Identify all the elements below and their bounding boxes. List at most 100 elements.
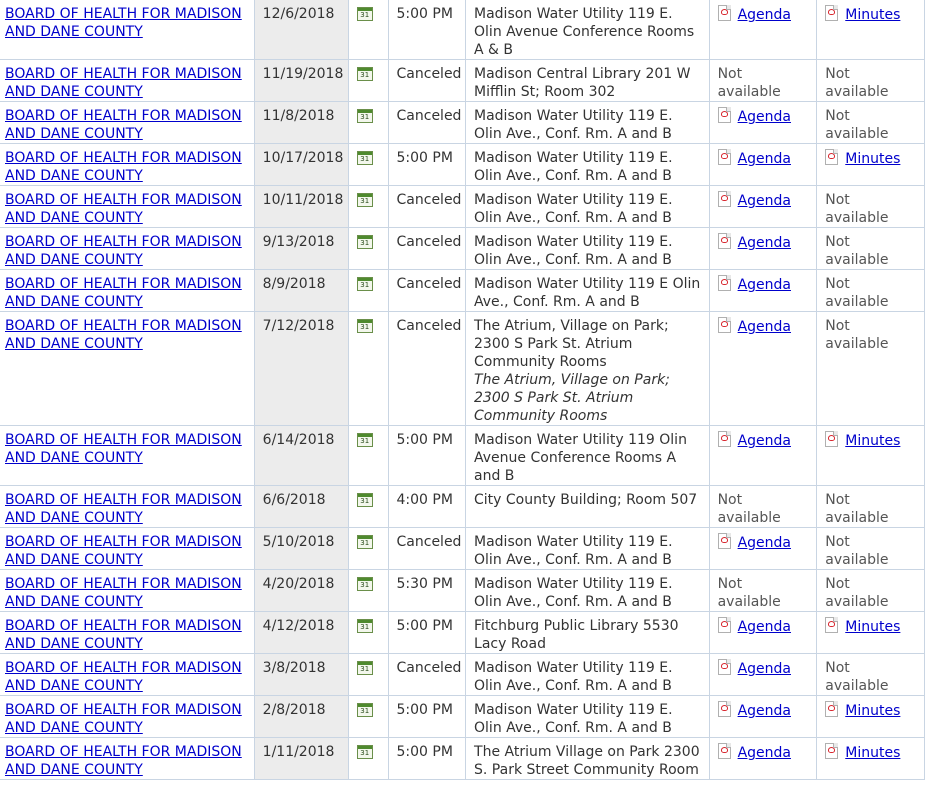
meeting-date: 9/13/2018 <box>254 227 350 270</box>
meeting-time: Canceled <box>388 527 467 570</box>
pdf-icon[interactable] <box>717 275 731 291</box>
calendar-icon[interactable]: 31 <box>357 745 374 759</box>
calendar-icon[interactable]: 31 <box>357 577 374 591</box>
calendar-icon[interactable]: 31 <box>357 535 374 549</box>
agenda-cell: Agenda <box>709 695 818 738</box>
calendar-icon[interactable]: 31 <box>357 7 374 21</box>
body-name-link[interactable]: BOARD OF HEALTH FOR MADISON AND DANE COU… <box>5 234 242 268</box>
pdf-icon[interactable] <box>825 431 839 447</box>
calendar-icon[interactable]: 31 <box>357 235 374 249</box>
body-name-link[interactable]: BOARD OF HEALTH FOR MADISON AND DANE COU… <box>5 534 242 568</box>
pdf-icon[interactable] <box>717 107 731 123</box>
pdf-icon[interactable] <box>825 743 839 759</box>
calendar-icon[interactable]: 31 <box>357 619 374 633</box>
body-name-link[interactable]: BOARD OF HEALTH FOR MADISON AND DANE COU… <box>5 576 242 610</box>
agenda-cell: Agenda <box>709 185 818 228</box>
calendar-icon[interactable]: 31 <box>357 151 374 165</box>
calendar-cell: 31 <box>348 485 389 528</box>
body-name-link[interactable]: BOARD OF HEALTH FOR MADISON AND DANE COU… <box>5 108 242 142</box>
meeting-date: 10/17/2018 <box>254 143 350 186</box>
minutes-link[interactable]: Minutes <box>845 745 900 761</box>
body-name-link[interactable]: BOARD OF HEALTH FOR MADISON AND DANE COU… <box>5 702 242 736</box>
calendar-icon[interactable]: 31 <box>357 319 374 333</box>
agenda-link[interactable]: Agenda <box>738 7 791 23</box>
calendar-icon[interactable]: 31 <box>357 703 374 717</box>
body-name-link[interactable]: BOARD OF HEALTH FOR MADISON AND DANE COU… <box>5 318 242 352</box>
pdf-icon[interactable] <box>717 617 731 633</box>
agenda-link[interactable]: Agenda <box>738 319 791 335</box>
minutes-link[interactable]: Minutes <box>845 619 900 635</box>
pdf-icon[interactable] <box>717 701 731 717</box>
body-name-link[interactable]: BOARD OF HEALTH FOR MADISON AND DANE COU… <box>5 6 242 40</box>
pdf-icon[interactable] <box>717 191 731 207</box>
pdf-icon[interactable] <box>717 233 731 249</box>
body-name-link[interactable]: BOARD OF HEALTH FOR MADISON AND DANE COU… <box>5 192 242 226</box>
body-name-link[interactable]: BOARD OF HEALTH FOR MADISON AND DANE COU… <box>5 432 242 466</box>
pdf-icon[interactable] <box>825 5 839 21</box>
minutes-not-available: Not available <box>825 66 889 100</box>
body-cell: BOARD OF HEALTH FOR MADISON AND DANE COU… <box>0 59 255 102</box>
pdf-icon[interactable] <box>717 431 731 447</box>
agenda-link[interactable]: Agenda <box>738 151 791 167</box>
calendar-icon[interactable]: 31 <box>357 493 374 507</box>
meeting-location: Madison Water Utility 119 E. Olin Ave., … <box>465 227 710 270</box>
agenda-link[interactable]: Agenda <box>738 535 791 551</box>
agenda-link[interactable]: Agenda <box>738 109 791 125</box>
pdf-icon[interactable] <box>825 701 839 717</box>
agenda-link[interactable]: Agenda <box>738 745 791 761</box>
calendar-icon[interactable]: 31 <box>357 433 374 447</box>
agenda-link[interactable]: Agenda <box>738 277 791 293</box>
agenda-link[interactable]: Agenda <box>738 703 791 719</box>
minutes-cell: Minutes <box>816 425 925 486</box>
minutes-link[interactable]: Minutes <box>845 703 900 719</box>
agenda-link[interactable]: Agenda <box>738 661 791 677</box>
location-text: Madison Water Utility 119 E. Olin Ave., … <box>474 108 673 142</box>
minutes-link[interactable]: Minutes <box>845 7 900 23</box>
pdf-icon[interactable] <box>717 533 731 549</box>
pdf-icon[interactable] <box>717 5 731 21</box>
body-name-link[interactable]: BOARD OF HEALTH FOR MADISON AND DANE COU… <box>5 618 242 652</box>
body-name-link[interactable]: BOARD OF HEALTH FOR MADISON AND DANE COU… <box>5 150 242 184</box>
pdf-icon[interactable] <box>717 743 731 759</box>
pdf-icon[interactable] <box>717 317 731 333</box>
body-name-link[interactable]: BOARD OF HEALTH FOR MADISON AND DANE COU… <box>5 744 242 778</box>
body-name-link[interactable]: BOARD OF HEALTH FOR MADISON AND DANE COU… <box>5 276 242 310</box>
minutes-cell: Not available <box>816 527 925 570</box>
calendar-icon[interactable]: 31 <box>357 193 374 207</box>
meeting-date: 1/11/2018 <box>254 737 350 780</box>
meeting-row: BOARD OF HEALTH FOR MADISON AND DANE COU… <box>0 185 925 228</box>
minutes-link[interactable]: Minutes <box>845 433 900 449</box>
minutes-not-available: Not available <box>825 660 889 694</box>
calendar-cell: 31 <box>348 425 389 486</box>
meeting-time: Canceled <box>388 59 467 102</box>
calendar-icon[interactable]: 31 <box>357 67 374 81</box>
calendar-icon-label: 31 <box>360 437 370 445</box>
body-name-link[interactable]: BOARD OF HEALTH FOR MADISON AND DANE COU… <box>5 66 242 100</box>
agenda-link[interactable]: Agenda <box>738 433 791 449</box>
body-name-link[interactable]: BOARD OF HEALTH FOR MADISON AND DANE COU… <box>5 660 242 694</box>
calendar-icon[interactable]: 31 <box>357 661 374 675</box>
calendar-icon[interactable]: 31 <box>357 277 374 291</box>
pdf-icon[interactable] <box>825 617 839 633</box>
meetings-table-body: BOARD OF HEALTH FOR MADISON AND DANE COU… <box>0 0 925 780</box>
agenda-not-available: Not available <box>717 492 781 526</box>
minutes-link[interactable]: Minutes <box>845 151 900 167</box>
meeting-date: 2/8/2018 <box>254 695 350 738</box>
calendar-icon-label: 31 <box>360 323 370 331</box>
agenda-link[interactable]: Agenda <box>738 619 791 635</box>
calendar-icon-label: 31 <box>360 707 370 715</box>
meeting-date: 5/10/2018 <box>254 527 350 570</box>
meeting-row: BOARD OF HEALTH FOR MADISON AND DANE COU… <box>0 569 925 612</box>
agenda-link[interactable]: Agenda <box>738 193 791 209</box>
minutes-not-available: Not available <box>825 108 889 142</box>
body-name-link[interactable]: BOARD OF HEALTH FOR MADISON AND DANE COU… <box>5 492 242 526</box>
agenda-link[interactable]: Agenda <box>738 235 791 251</box>
meeting-row: BOARD OF HEALTH FOR MADISON AND DANE COU… <box>0 269 925 312</box>
pdf-icon[interactable] <box>717 659 731 675</box>
pdf-icon[interactable] <box>717 149 731 165</box>
calendar-cell: 31 <box>348 101 389 144</box>
body-cell: BOARD OF HEALTH FOR MADISON AND DANE COU… <box>0 311 255 426</box>
calendar-icon[interactable]: 31 <box>357 109 374 123</box>
meeting-date: 12/6/2018 <box>254 0 350 60</box>
pdf-icon[interactable] <box>825 149 839 165</box>
